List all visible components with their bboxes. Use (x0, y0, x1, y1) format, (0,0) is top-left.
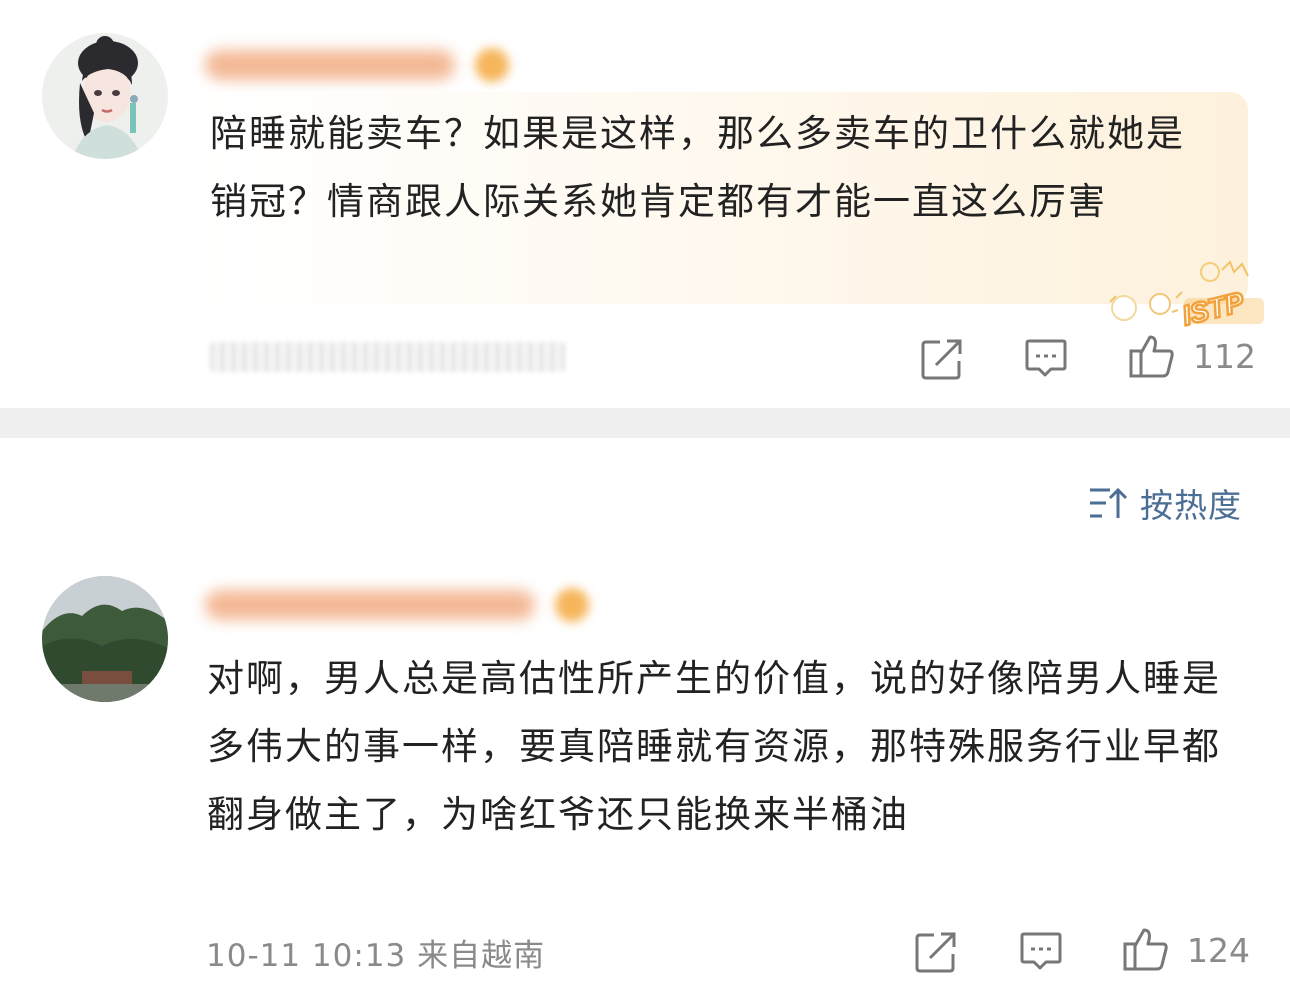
comment-icon (1020, 932, 1062, 970)
like-count: 124 (1187, 931, 1250, 970)
comment-text: 陪睡就能卖车？如果是这样，那么多卖车的卫什么就她是销冠？情商跟人际关系她肯定都有… (210, 112, 1185, 223)
comment-text: 对啊，男人总是高估性所产生的价值，说的好像陪男人睡是多伟大的事一样，要真陪睡就有… (207, 657, 1221, 836)
thumbs-up-icon (1123, 928, 1168, 971)
comment-icon (1025, 339, 1067, 377)
avatar-landscape-photo-icon (42, 576, 168, 702)
sort-label: 按热度 (1140, 486, 1242, 525)
share-button[interactable] (920, 337, 964, 381)
sort-by-hot-button[interactable]: 按热度 (1088, 481, 1242, 525)
reply-button[interactable] (1019, 929, 1063, 973)
user-avatar[interactable] (42, 576, 168, 702)
share-button[interactable] (914, 930, 958, 974)
like-button[interactable] (1128, 333, 1174, 378)
mbti-sticker: ISTP (1102, 258, 1270, 333)
share-icon (921, 339, 962, 380)
username-blurred[interactable] (205, 590, 535, 620)
section-divider (0, 408, 1290, 438)
thumbs-up-icon (1129, 335, 1174, 378)
sort-icon (1090, 487, 1128, 518)
username-blurred[interactable] (205, 50, 455, 80)
avatar-girl-illustration-icon (42, 33, 168, 159)
comment-meta: 10-11 10:13 来自越南 (206, 938, 546, 974)
istp-sticker-icon: ISTP (1109, 260, 1264, 333)
like-count: 112 (1193, 337, 1256, 376)
reply-button[interactable] (1024, 336, 1068, 380)
share-icon (915, 932, 956, 973)
user-badge-icon (555, 588, 589, 622)
comment-meta-blurred (210, 342, 565, 372)
like-button[interactable] (1122, 926, 1168, 971)
user-avatar[interactable] (42, 33, 168, 159)
user-badge-icon (475, 48, 509, 82)
